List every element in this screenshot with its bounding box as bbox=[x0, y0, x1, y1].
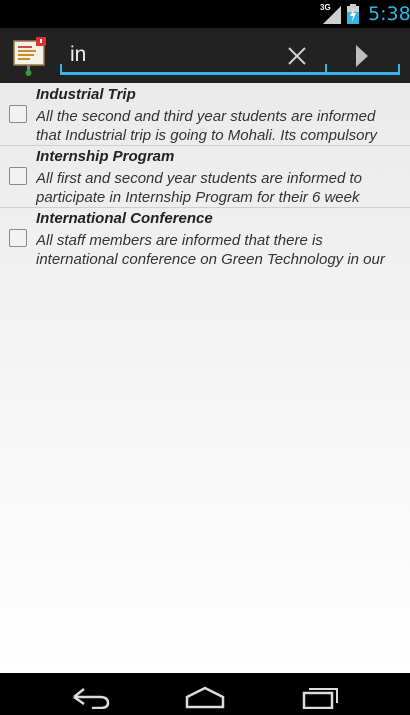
item-title: International Conference bbox=[36, 210, 213, 227]
item-checkbox[interactable] bbox=[9, 105, 27, 123]
status-clock: 5:38 bbox=[368, 3, 410, 25]
battery-charging-icon bbox=[347, 4, 359, 24]
recents-icon[interactable] bbox=[298, 683, 342, 709]
signal-icon bbox=[323, 6, 341, 24]
navigation-bar bbox=[0, 673, 410, 715]
item-description: All staff members are informed that ther… bbox=[36, 232, 385, 268]
list-item[interactable]: International Conference All staff membe… bbox=[0, 207, 410, 269]
notice-list: Industrial Trip All the second and third… bbox=[0, 83, 410, 673]
item-title: Industrial Trip bbox=[36, 86, 136, 103]
item-description: All the second and third year students a… bbox=[36, 108, 377, 144]
action-bar bbox=[0, 28, 410, 83]
home-icon[interactable] bbox=[183, 683, 227, 709]
item-checkbox[interactable] bbox=[9, 229, 27, 247]
item-description: All first and second year students are i… bbox=[36, 170, 363, 206]
list-item[interactable]: Industrial Trip All the second and third… bbox=[0, 83, 410, 145]
search-underline bbox=[60, 64, 400, 75]
notice-board-icon[interactable] bbox=[12, 36, 48, 76]
back-icon[interactable] bbox=[68, 683, 112, 709]
status-bar: 3G 5:38 bbox=[0, 0, 410, 28]
list-item[interactable]: Internship Program All first and second … bbox=[0, 145, 410, 207]
item-title: Internship Program bbox=[36, 148, 175, 165]
close-icon[interactable] bbox=[282, 41, 312, 71]
play-arrow-icon[interactable] bbox=[345, 40, 375, 72]
item-checkbox[interactable] bbox=[9, 167, 27, 185]
